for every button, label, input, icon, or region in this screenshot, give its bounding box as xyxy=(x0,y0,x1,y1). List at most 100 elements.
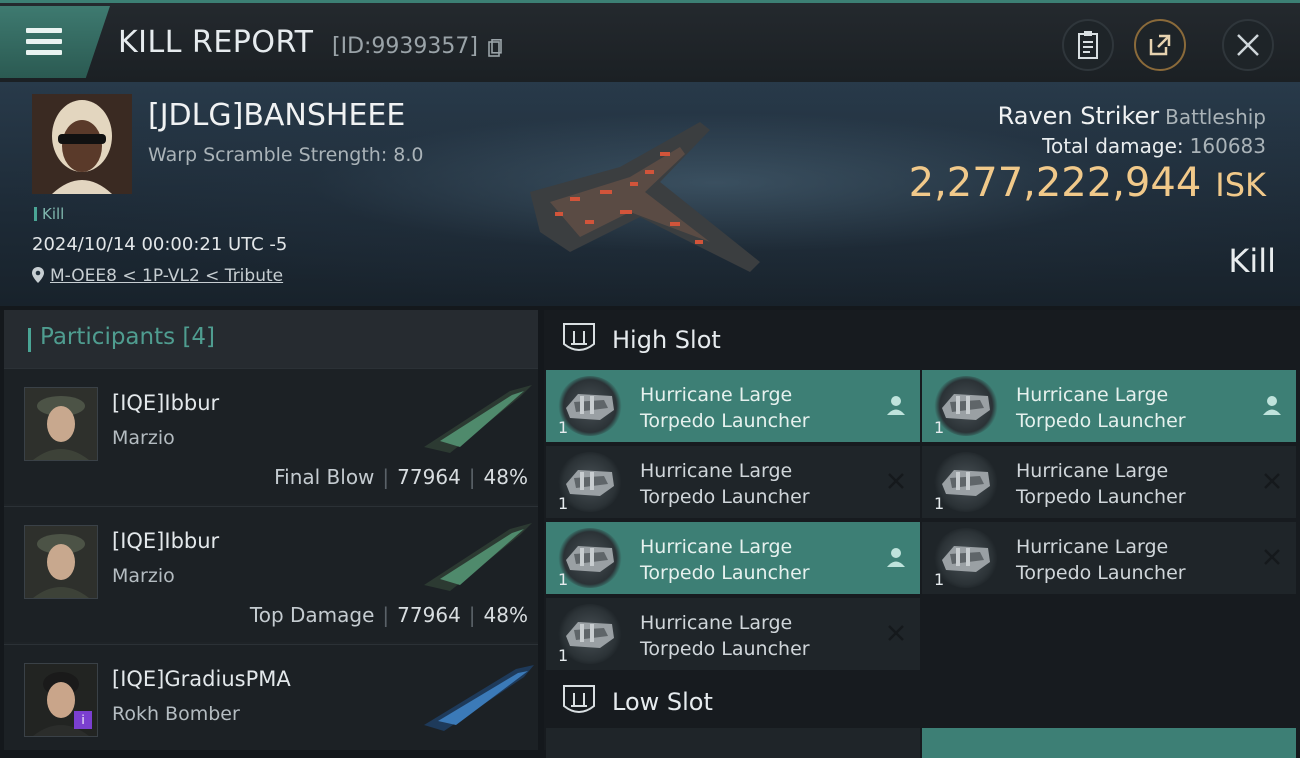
x-icon xyxy=(1264,549,1280,565)
clipboard-button[interactable] xyxy=(1062,19,1114,71)
slot-item[interactable]: 1 Hurricane Large Torpedo Launcher xyxy=(546,598,920,670)
participant-row[interactable]: i [IQE]GradiusPMA Rokh Bomber xyxy=(4,644,538,750)
location-link[interactable]: M-OEE8 < 1P-VL2 < Tribute xyxy=(50,266,283,286)
x-icon xyxy=(888,473,904,489)
participant-row[interactable]: [IQE]Ibbur Marzio Final Blow | 77964 | 48% xyxy=(4,368,538,504)
module-quantity: 1 xyxy=(934,494,945,513)
module-quantity: 1 xyxy=(558,494,569,513)
participant-stats: Top Damage | 77964 | 48% xyxy=(249,603,528,627)
x-icon xyxy=(888,625,904,641)
module-quantity: 1 xyxy=(934,418,945,437)
module-name-line1: Hurricane Large xyxy=(1016,460,1169,482)
person-icon xyxy=(887,548,905,567)
high-slot-label: High Slot xyxy=(612,326,721,354)
participants-panel: Participants [4] [IQE]Ibbur Marzio Final… xyxy=(4,310,538,750)
kill-datetime: 2024/10/14 00:00:21 UTC -5 xyxy=(32,234,288,255)
module-name-line1: Hurricane Large xyxy=(1016,536,1169,558)
slot-item[interactable] xyxy=(546,728,920,758)
participants-header: Participants [4] xyxy=(4,310,538,368)
torpedo-launcher-icon xyxy=(942,394,990,420)
module-name-line2: Torpedo Launcher xyxy=(640,486,810,508)
victim-portrait[interactable] xyxy=(32,94,132,194)
slot-item[interactable]: 1 Hurricane Large Torpedo Launcher xyxy=(546,522,920,594)
module-name-line2: Torpedo Launcher xyxy=(1016,562,1186,584)
participant-row[interactable]: [IQE]Ibbur Marzio Top Damage | 77964 | 48% xyxy=(4,506,538,642)
participant-ship: Marzio xyxy=(112,565,175,587)
victim-ship-class: Battleship xyxy=(1165,105,1266,129)
slot-item[interactable]: 1 Hurricane Large Torpedo Launcher xyxy=(922,522,1296,594)
page-title: KILL REPORT xyxy=(118,25,314,60)
participant-damage: 77964 xyxy=(397,603,461,627)
participant-percent: 48% xyxy=(483,603,528,627)
torpedo-launcher-icon xyxy=(942,546,990,572)
participant-portrait xyxy=(24,525,98,599)
person-icon xyxy=(1263,396,1281,415)
participant-ship: Rokh Bomber xyxy=(112,703,240,725)
participant-ship-image xyxy=(424,665,534,731)
x-icon xyxy=(1264,473,1280,489)
module-name-line1: Hurricane Large xyxy=(640,536,793,558)
kill-tag: Kill xyxy=(34,205,64,223)
module-name-line2: Torpedo Launcher xyxy=(640,638,810,660)
slot-item[interactable]: 1 Hurricane Large Torpedo Launcher xyxy=(546,370,920,442)
module-name-line2: Torpedo Launcher xyxy=(640,410,810,432)
participant-role: Top Damage xyxy=(249,603,375,627)
clipboard-icon xyxy=(1078,31,1098,59)
participant-portrait xyxy=(24,387,98,461)
info-badge[interactable]: i xyxy=(74,711,92,729)
result-label: Kill xyxy=(1228,242,1276,280)
participant-ship-image xyxy=(424,385,532,453)
slot-item[interactable]: 1 Hurricane Large Torpedo Launcher xyxy=(922,446,1296,518)
torpedo-launcher-icon xyxy=(566,622,614,648)
torpedo-launcher-icon xyxy=(942,470,990,496)
participant-role: Final Blow xyxy=(274,465,375,489)
module-name-line1: Hurricane Large xyxy=(640,384,793,406)
module-quantity: 1 xyxy=(934,570,945,589)
module-name-line2: Torpedo Launcher xyxy=(640,562,810,584)
share-button[interactable] xyxy=(1134,19,1186,71)
victim-name[interactable]: [JDLG]BANSHEEE xyxy=(148,98,405,133)
fitting-panel: High Slot 1 Hurricane Large Torpedo Launc… xyxy=(544,310,1300,758)
copy-icon[interactable] xyxy=(488,39,502,57)
menu-icon xyxy=(26,28,62,56)
module-quantity: 1 xyxy=(558,570,569,589)
person-icon xyxy=(887,396,905,415)
module-quantity: 1 xyxy=(558,646,569,665)
slot-shield-icon xyxy=(563,685,595,713)
title-bar: KILL REPORT [ID:9939357] xyxy=(0,0,1300,82)
module-quantity: 1 xyxy=(558,418,569,437)
module-name-line1: Hurricane Large xyxy=(640,612,793,634)
participants-title: Participants xyxy=(40,324,176,350)
participant-ship: Marzio xyxy=(112,427,175,449)
share-icon xyxy=(1149,34,1171,56)
kill-summary: Raven Striker Battleship Total damage: 160… xyxy=(909,102,1266,206)
kill-location[interactable]: M-OEE8 < 1P-VL2 < Tribute xyxy=(32,266,283,286)
warp-scramble-strength: Warp Scramble Strength: 8.0 xyxy=(148,144,424,166)
participant-stats: Final Blow | 77964 | 48% xyxy=(274,465,528,489)
participant-name[interactable]: [IQE]GradiusPMA xyxy=(112,667,291,691)
report-id: [ID:9939357] xyxy=(332,34,478,59)
slot-shield-icon xyxy=(563,323,595,351)
torpedo-launcher-icon xyxy=(566,546,614,572)
participant-damage: 77964 xyxy=(397,465,461,489)
isk-value: 2,277,222,944 xyxy=(908,160,1202,206)
participant-percent: 48% xyxy=(483,465,528,489)
high-slot-header: High Slot xyxy=(544,310,1300,368)
participant-name[interactable]: [IQE]Ibbur xyxy=(112,391,219,415)
module-name-line2: Torpedo Launcher xyxy=(1016,486,1186,508)
slot-item[interactable]: 1 Hurricane Large Torpedo Launcher xyxy=(922,370,1296,442)
slot-item[interactable] xyxy=(922,728,1296,758)
participant-ship-image xyxy=(424,523,532,591)
victim-ship-image xyxy=(530,122,760,272)
module-name-line1: Hurricane Large xyxy=(1016,384,1169,406)
menu-button[interactable] xyxy=(0,6,110,78)
close-button[interactable] xyxy=(1222,19,1274,71)
isk-unit: ISK xyxy=(1215,166,1266,204)
participants-count: [4] xyxy=(182,324,216,350)
victim-ship-name[interactable]: Raven Striker xyxy=(998,102,1160,130)
close-icon xyxy=(1237,34,1259,56)
low-slot-header: Low Slot xyxy=(544,672,1300,730)
location-pin-icon xyxy=(32,267,44,283)
participant-name[interactable]: [IQE]Ibbur xyxy=(112,529,219,553)
slot-item[interactable]: 1 Hurricane Large Torpedo Launcher xyxy=(546,446,920,518)
